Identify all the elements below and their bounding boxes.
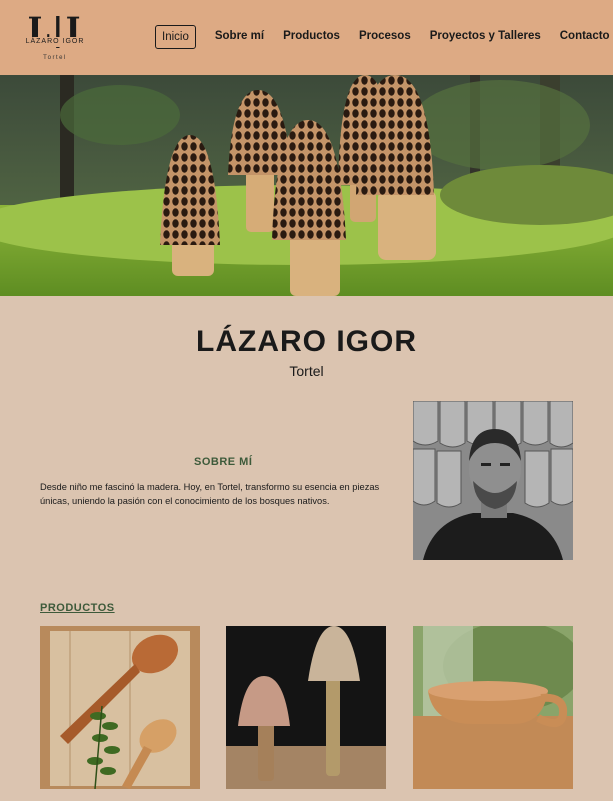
site-logo[interactable]: L|I LÁZARO IGOR Tortel	[20, 12, 90, 66]
portrait-image	[413, 401, 573, 560]
about-heading: SOBRE MÍ	[194, 456, 253, 468]
nav-contacto[interactable]: Contacto	[560, 25, 610, 49]
nav-procesos[interactable]: Procesos	[359, 25, 411, 49]
product-card-cup[interactable]	[413, 626, 573, 789]
nav-proyectos-talleres[interactable]: Proyectos y Talleres	[430, 25, 541, 49]
nav-productos[interactable]: Productos	[283, 25, 340, 49]
nav-sobre-mi[interactable]: Sobre mí	[215, 25, 264, 49]
product-card-mushrooms[interactable]	[226, 626, 386, 789]
hero-image	[0, 75, 613, 296]
logo-name: LÁZARO IGOR	[20, 37, 90, 47]
about-text: Desde niño me fascinó la madera. Hoy, en…	[40, 482, 380, 506]
products-heading[interactable]: PRODUCTOS	[40, 602, 115, 614]
main-nav: Inicio Sobre mí Productos Procesos Proye…	[155, 25, 610, 49]
site-header: L|I LÁZARO IGOR Tortel Inicio Sobre mí P…	[0, 0, 613, 75]
page-subtitle: Tortel	[289, 363, 324, 379]
page-title: LÁZARO IGOR	[196, 325, 417, 358]
logo-subtitle: Tortel	[43, 55, 67, 61]
nav-inicio[interactable]: Inicio	[155, 25, 196, 49]
product-card-spoons[interactable]	[40, 626, 200, 789]
